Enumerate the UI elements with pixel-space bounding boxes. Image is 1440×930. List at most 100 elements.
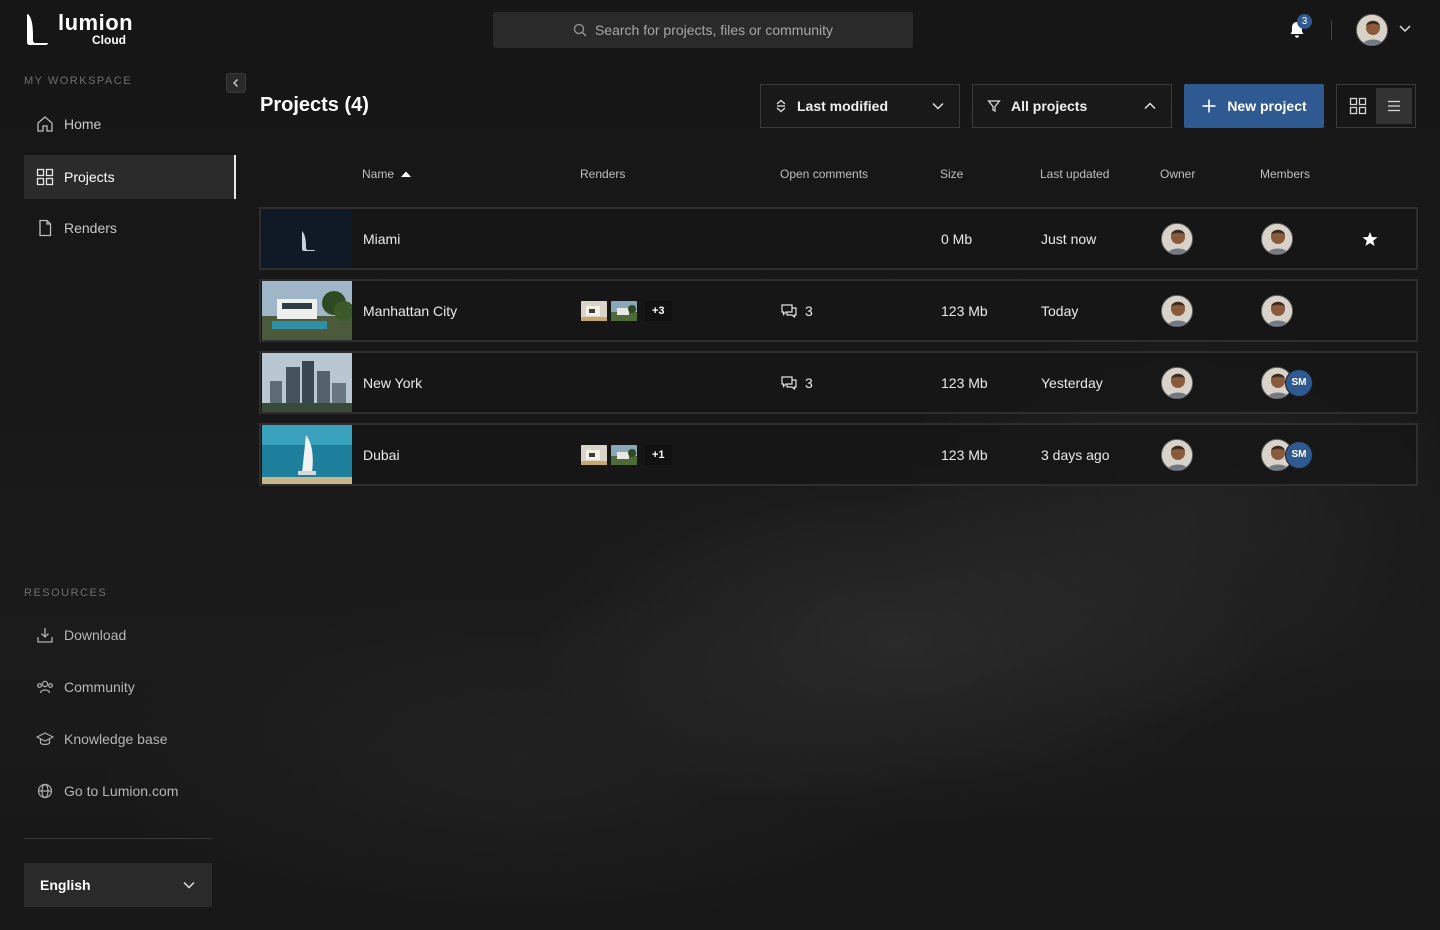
- lumion-logo-icon: [27, 14, 48, 45]
- resource-label: Go to Lumion.com: [64, 783, 179, 799]
- resource-download[interactable]: Download: [24, 613, 236, 657]
- table-row[interactable]: Miami 0 Mb Just now: [259, 207, 1418, 270]
- project-updated: Today: [1041, 302, 1079, 319]
- project-updated: Yesterday: [1041, 374, 1103, 391]
- new-project-label: New project: [1227, 98, 1307, 114]
- comment-icon: [781, 303, 797, 318]
- member-avatar: [1261, 222, 1293, 255]
- community-icon: [37, 680, 53, 694]
- resource-label: Community: [64, 679, 135, 695]
- project-thumbnail: [262, 353, 352, 412]
- grid-view-button[interactable]: [1340, 88, 1376, 124]
- project-updated: Just now: [1041, 230, 1097, 247]
- workspace-label: MY WORKSPACE: [24, 75, 133, 87]
- notification-badge: 3: [1297, 14, 1312, 29]
- star-icon[interactable]: [1362, 231, 1378, 247]
- plus-icon: [1202, 99, 1216, 113]
- project-thumbnail: [262, 281, 352, 340]
- column-header-renders[interactable]: Renders: [580, 167, 625, 181]
- sort-label: Last modified: [797, 98, 889, 114]
- home-icon: [37, 116, 53, 132]
- project-name: Miami: [363, 230, 401, 247]
- filter-dropdown[interactable]: All projects: [972, 84, 1172, 128]
- list-view-button[interactable]: [1376, 88, 1412, 124]
- grid-icon: [1349, 97, 1367, 115]
- project-name: New York: [363, 374, 423, 391]
- column-header-open-comments[interactable]: Open comments: [780, 167, 868, 181]
- project-size: 123 Mb: [941, 302, 988, 319]
- resource-knowledge-base[interactable]: Knowledge base: [24, 717, 236, 761]
- project-thumbnail: [262, 425, 352, 484]
- resource-label: Knowledge base: [64, 731, 168, 747]
- resource-lumion-site[interactable]: Go to Lumion.com: [24, 769, 236, 813]
- column-header-owner[interactable]: Owner: [1160, 167, 1195, 181]
- user-avatar[interactable]: [1356, 14, 1388, 46]
- column-header-members[interactable]: Members: [1260, 167, 1310, 181]
- grid-icon: [36, 168, 54, 186]
- column-header-last-updated[interactable]: Last updated: [1040, 167, 1109, 181]
- table-row[interactable]: New York 3 123 Mb Yesterday SM: [259, 351, 1418, 414]
- members-group: SM: [1261, 438, 1313, 471]
- column-header-size[interactable]: Size: [940, 167, 963, 181]
- open-comments[interactable]: 3: [781, 375, 813, 391]
- column-header-name[interactable]: Name: [362, 167, 412, 181]
- render-thumbnail: [581, 444, 607, 465]
- member-avatar: [1261, 294, 1293, 327]
- sidebar-item-renders[interactable]: Renders: [24, 206, 236, 250]
- globe-icon: [37, 783, 53, 799]
- member-initials-avatar: SM: [1285, 440, 1313, 469]
- new-project-button[interactable]: New project: [1184, 84, 1324, 128]
- language-select[interactable]: English: [24, 863, 212, 907]
- resource-label: Download: [64, 627, 127, 643]
- view-toggle: [1336, 84, 1416, 128]
- table-row[interactable]: Dubai +1 123 Mb 3 days ago SM: [259, 423, 1418, 486]
- chevron-down-icon: [932, 102, 944, 110]
- list-icon: [1388, 100, 1400, 112]
- comment-count: 3: [805, 374, 813, 391]
- filter-icon: [987, 100, 1001, 112]
- comment-count: 3: [805, 302, 813, 319]
- renders-more-count: +3: [645, 300, 672, 321]
- resource-community[interactable]: Community: [24, 665, 236, 709]
- chevron-left-icon: [233, 79, 238, 87]
- filter-label: All projects: [1011, 98, 1088, 114]
- project-size: 123 Mb: [941, 374, 988, 391]
- app-subtitle: Cloud: [92, 33, 126, 47]
- chevron-down-icon[interactable]: [1398, 22, 1412, 36]
- project-name: Manhattan City: [363, 302, 458, 319]
- chevron-up-icon: [1144, 102, 1156, 110]
- member-initials-avatar: SM: [1285, 368, 1313, 397]
- project-size: 0 Mb: [941, 230, 973, 247]
- owner-avatar: [1161, 438, 1193, 471]
- sidebar-item-projects[interactable]: Projects: [24, 155, 236, 199]
- render-thumbnail: [611, 444, 637, 465]
- project-updated: 3 days ago: [1041, 446, 1110, 463]
- search-placeholder: Search for projects, files or community: [594, 22, 834, 38]
- project-name: Dubai: [363, 446, 400, 463]
- sidebar-divider: [24, 838, 212, 839]
- sort-dropdown[interactable]: Last modified: [760, 84, 960, 128]
- members-group: SM: [1261, 366, 1313, 399]
- logo[interactable]: lumion Cloud: [24, 12, 133, 46]
- search-icon: [573, 23, 587, 37]
- owner-avatar: [1161, 366, 1193, 399]
- renders-more-count: +1: [645, 444, 672, 465]
- owner-avatar: [1161, 222, 1193, 255]
- render-previews[interactable]: +1: [581, 444, 672, 465]
- table-row[interactable]: Manhattan City +3 3 123 Mb Today: [259, 279, 1418, 342]
- search-input[interactable]: Search for projects, files or community: [493, 12, 913, 48]
- collapse-sidebar-button[interactable]: [226, 73, 246, 93]
- app-name: lumion: [58, 10, 134, 35]
- sidebar-item-label: Projects: [64, 169, 115, 185]
- sidebar-item-home[interactable]: Home: [24, 102, 236, 146]
- render-previews[interactable]: +3: [581, 300, 672, 321]
- sidebar: MY WORKSPACE Home Projects Renders RESOU…: [0, 60, 236, 930]
- sidebar-item-label: Home: [64, 116, 102, 132]
- top-bar: lumion Cloud Search for projects, files …: [0, 0, 1440, 60]
- graduation-cap-icon: [36, 732, 54, 746]
- top-divider: [1331, 20, 1332, 40]
- render-thumbnail: [611, 300, 637, 321]
- sort-ascending-icon: [401, 171, 412, 177]
- chevron-down-icon: [183, 881, 195, 889]
- open-comments[interactable]: 3: [781, 303, 813, 319]
